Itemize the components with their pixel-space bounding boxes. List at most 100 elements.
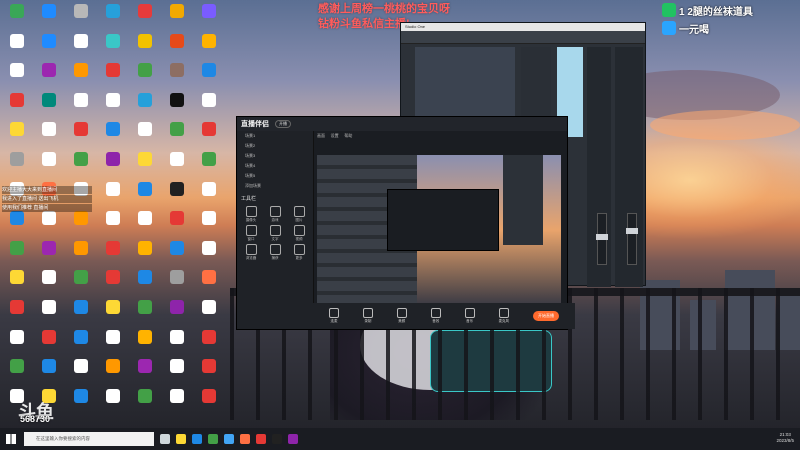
desktop-icon[interactable] bbox=[162, 180, 192, 210]
desktop-icon[interactable] bbox=[34, 61, 64, 91]
desktop-icon[interactable] bbox=[66, 357, 96, 387]
desktop-icon[interactable] bbox=[2, 61, 32, 91]
desktop-icon[interactable] bbox=[162, 298, 192, 328]
desktop-icon[interactable] bbox=[194, 91, 224, 121]
desktop-icon[interactable] bbox=[34, 239, 64, 269]
volume-fader[interactable] bbox=[626, 213, 638, 265]
desktop-icon[interactable] bbox=[34, 120, 64, 150]
start-live-button[interactable]: 开始直播 bbox=[532, 311, 559, 321]
beauty-button[interactable]: 美颜 bbox=[396, 308, 407, 324]
music-icon[interactable] bbox=[256, 434, 266, 444]
taskbar-search[interactable]: 在这里输入你要搜索的内容 bbox=[24, 432, 154, 446]
preview-tab[interactable]: 画面 bbox=[317, 133, 325, 138]
desktop-icon[interactable] bbox=[34, 298, 64, 328]
desktop-icon[interactable] bbox=[66, 239, 96, 269]
desktop-icon[interactable] bbox=[34, 209, 64, 239]
desktop-icon[interactable] bbox=[98, 91, 128, 121]
desktop-icon[interactable] bbox=[2, 2, 32, 32]
desktop-icon[interactable] bbox=[66, 298, 96, 328]
desktop-icon[interactable] bbox=[2, 209, 32, 239]
desktop-icon[interactable] bbox=[2, 328, 32, 358]
tool-more[interactable]: 更多 bbox=[287, 244, 311, 261]
desktop-icon[interactable] bbox=[194, 61, 224, 91]
desktop-icon[interactable] bbox=[194, 268, 224, 298]
desktop-icon[interactable] bbox=[194, 180, 224, 210]
desktop-icon[interactable] bbox=[98, 357, 128, 387]
volume-fader[interactable] bbox=[596, 213, 608, 265]
desktop-icon[interactable] bbox=[98, 239, 128, 269]
stream-preview[interactable] bbox=[317, 155, 561, 305]
tool-capture[interactable]: 捕获 bbox=[263, 244, 287, 261]
desktop-icon[interactable] bbox=[2, 357, 32, 387]
desktop-icon[interactable] bbox=[194, 387, 224, 417]
desktop-icon[interactable] bbox=[98, 209, 128, 239]
desktop-icon[interactable] bbox=[162, 387, 192, 417]
desktop-icon[interactable] bbox=[130, 2, 160, 32]
edge-icon[interactable] bbox=[192, 434, 202, 444]
tool-window[interactable]: 窗口 bbox=[239, 225, 263, 242]
desktop-icon[interactable] bbox=[66, 2, 96, 32]
desktop-icon[interactable] bbox=[98, 387, 128, 417]
desktop-icon[interactable] bbox=[66, 91, 96, 121]
scene-item[interactable]: 场景2 bbox=[237, 141, 313, 151]
daw-toolbar[interactable] bbox=[401, 31, 645, 44]
preview-tab[interactable]: 设置 bbox=[331, 133, 339, 138]
desktop-icon[interactable] bbox=[66, 150, 96, 180]
desktop-icon[interactable] bbox=[130, 150, 160, 180]
desktop-icon[interactable] bbox=[162, 357, 192, 387]
desktop-icon[interactable] bbox=[2, 239, 32, 269]
tool-video[interactable]: 视频 bbox=[287, 225, 311, 242]
obs-icon[interactable] bbox=[272, 434, 282, 444]
desktop-icon[interactable] bbox=[98, 298, 128, 328]
desktop-icon[interactable] bbox=[98, 268, 128, 298]
desktop-icon[interactable] bbox=[66, 120, 96, 150]
desktop-icon[interactable] bbox=[162, 268, 192, 298]
desktop-icon[interactable] bbox=[194, 32, 224, 62]
tool-browser[interactable]: 浏览器 bbox=[239, 244, 263, 261]
preview-tab[interactable]: 帮助 bbox=[344, 133, 352, 138]
desktop-icon[interactable] bbox=[130, 268, 160, 298]
live-icon[interactable] bbox=[240, 434, 250, 444]
desktop-icon[interactable] bbox=[2, 298, 32, 328]
task-view-icon[interactable] bbox=[160, 434, 170, 444]
desktop-icon[interactable] bbox=[194, 239, 224, 269]
desktop-icon[interactable] bbox=[66, 387, 96, 417]
desktop-icon[interactable] bbox=[34, 32, 64, 62]
start-button[interactable] bbox=[0, 428, 22, 450]
tool-game[interactable]: 游戏 bbox=[263, 206, 287, 223]
desktop-icon[interactable] bbox=[162, 209, 192, 239]
desktop-icon[interactable] bbox=[66, 268, 96, 298]
desktop-icon[interactable] bbox=[34, 91, 64, 121]
desktop-icon[interactable] bbox=[130, 328, 160, 358]
desktop-icon[interactable] bbox=[194, 298, 224, 328]
streaming-app-window[interactable]: 直播伴侣 开播 场景1 场景2 场景3 场景4 场景5 添加场景 工具栏 摄像头… bbox=[236, 116, 575, 330]
desktop-icon[interactable] bbox=[130, 298, 160, 328]
desktop-icon[interactable] bbox=[194, 120, 224, 150]
desktop-icon[interactable] bbox=[162, 91, 192, 121]
desktop-icon[interactable] bbox=[130, 387, 160, 417]
scene-item[interactable]: 场景5 bbox=[237, 171, 313, 181]
desktop-icon[interactable] bbox=[66, 32, 96, 62]
desktop-icon[interactable] bbox=[34, 150, 64, 180]
desktop-icon[interactable] bbox=[98, 150, 128, 180]
desktop-icon[interactable] bbox=[194, 328, 224, 358]
desktop-icon[interactable] bbox=[130, 61, 160, 91]
desktop-icon[interactable] bbox=[34, 268, 64, 298]
scene-item[interactable]: 场景3 bbox=[237, 151, 313, 161]
scene-item[interactable]: 场景4 bbox=[237, 161, 313, 171]
desktop-icon[interactable] bbox=[98, 328, 128, 358]
desktop-icon[interactable] bbox=[194, 209, 224, 239]
link-mic-button[interactable]: 连麦 bbox=[328, 308, 339, 324]
desktop-icon[interactable] bbox=[130, 209, 160, 239]
top-pill-button[interactable]: 开播 bbox=[275, 120, 291, 128]
streaming-app-titlebar[interactable]: 直播伴侣 开播 bbox=[237, 117, 567, 131]
record-button[interactable]: 录制 bbox=[362, 308, 373, 324]
desktop-icon[interactable] bbox=[194, 357, 224, 387]
sound-effect-button[interactable]: 音效 bbox=[430, 308, 441, 324]
store-icon[interactable] bbox=[224, 434, 234, 444]
desktop-icon[interactable] bbox=[66, 328, 96, 358]
desktop-icon[interactable] bbox=[2, 150, 32, 180]
music-button[interactable]: 音乐 bbox=[464, 308, 475, 324]
desktop-icon[interactable] bbox=[98, 61, 128, 91]
desktop-icon[interactable] bbox=[98, 120, 128, 150]
